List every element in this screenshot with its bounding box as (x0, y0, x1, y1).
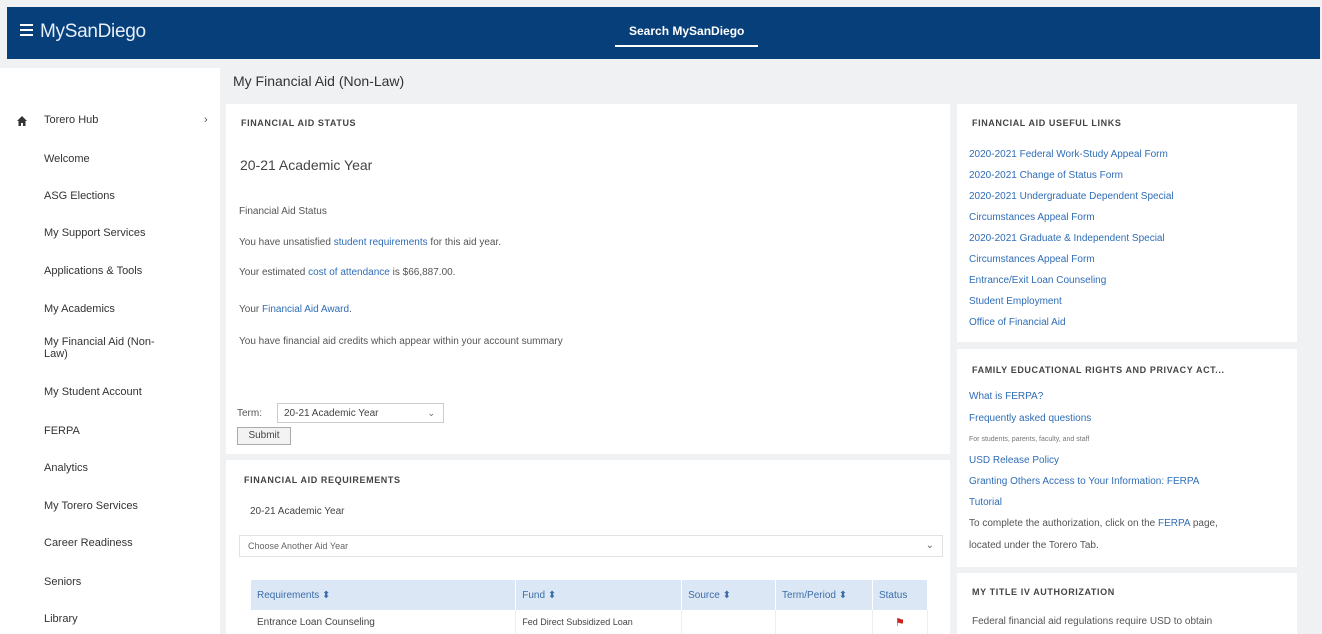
chevron-right-icon[interactable]: › (204, 114, 208, 126)
release-policy-link[interactable]: USD Release Policy (969, 455, 1059, 466)
top-nav-bar: MySanDiego Search MySanDiego (7, 7, 1320, 59)
column-fund[interactable]: Fund ⬍ (515, 580, 683, 610)
sidebar-item-seniors[interactable]: Seniors (44, 576, 81, 589)
sidebar-item-my-academics[interactable]: My Academics (44, 303, 115, 316)
loan-counseling-link[interactable]: Entrance/Exit Loan Counseling (969, 275, 1106, 286)
table-row: Entrance Loan Counseling Fed Direct Subs… (251, 610, 929, 634)
award-line: Your Financial Aid Award. (239, 304, 352, 315)
page-title: My Financial Aid (Non-Law) (233, 73, 405, 89)
sidebar-item-asg-elections[interactable]: ASG Elections (44, 190, 115, 203)
financial-aid-status-card: FINANCIAL AID STATUS 20-21 Academic Year… (226, 104, 950, 454)
search-mysandiego-link[interactable]: Search MySanDiego (615, 24, 759, 47)
brand-logo[interactable]: MySanDiego (40, 21, 146, 43)
located-text: located under the Torero Tab. (969, 540, 1099, 551)
complete-prefix: To complete the authorization, click on … (969, 518, 1158, 529)
sidebar-item-analytics[interactable]: Analytics (44, 462, 88, 475)
choose-aid-year-placeholder: Choose Another Aid Year (248, 541, 349, 551)
credits-text: You have financial aid credits which app… (239, 336, 563, 347)
column-status: Status (872, 580, 929, 610)
useful-links-heading: FINANCIAL AID USEFUL LINKS (972, 118, 1122, 128)
ferpa-page-link[interactable]: FERPA (1158, 518, 1190, 529)
coa-suffix: is $66,887.00. (389, 267, 456, 278)
coa-line: Your estimated cost of attendance is $66… (239, 267, 455, 278)
term-cell (775, 610, 873, 634)
sidebar-item-library[interactable]: Library (44, 613, 78, 626)
home-icon (17, 116, 27, 126)
submit-button[interactable]: Submit (237, 427, 291, 445)
req-suffix: for this aid year. (427, 237, 502, 248)
sidebar-item-torero-hub[interactable]: Torero Hub (44, 114, 98, 127)
requirements-card-heading: FINANCIAL AID REQUIREMENTS (244, 475, 401, 485)
column-requirements[interactable]: Requirements ⬍ (251, 580, 517, 610)
chevron-down-icon: ⌄ (925, 540, 934, 551)
title-iv-heading: MY TITLE IV AUTHORIZATION (972, 587, 1115, 597)
complete-suffix: page, (1190, 518, 1218, 529)
requirements-table: Requirements ⬍ Fund ⬍ Source ⬍ Term/Peri… (251, 580, 929, 634)
sidebar-item-student-account[interactable]: My Student Account (44, 386, 142, 399)
award-prefix: Your (239, 304, 262, 315)
column-term-period[interactable]: Term/Period ⬍ (775, 580, 873, 610)
sidebar-item-support-services[interactable]: My Support Services (44, 227, 145, 240)
graduate-independent-link-line2[interactable]: Circumstances Appeal Form (969, 254, 1095, 265)
sidebar-item-career-readiness[interactable]: Career Readiness (44, 537, 133, 550)
table-header-row: Requirements ⬍ Fund ⬍ Source ⬍ Term/Peri… (251, 580, 929, 610)
flag-icon: ⚑ (895, 616, 905, 629)
complete-authorization-text: To complete the authorization, click on … (969, 518, 1218, 529)
sidebar-item-ferpa[interactable]: FERPA (44, 425, 80, 438)
sidebar-item-applications-tools[interactable]: Applications & Tools (44, 265, 142, 278)
granting-access-link[interactable]: Granting Others Access to Your Informati… (969, 476, 1199, 487)
requirements-line: You have unsatisfied student requirement… (239, 237, 501, 248)
faq-link[interactable]: Frequently asked questions (969, 413, 1091, 424)
sidebar-item-welcome[interactable]: Welcome (44, 153, 90, 166)
requirement-link[interactable]: Entrance Loan Counseling (251, 610, 517, 634)
office-financial-aid-link[interactable]: Office of Financial Aid (969, 317, 1066, 328)
chevron-down-icon: ⌄ (427, 408, 435, 418)
undergrad-dependent-link[interactable]: 2020-2021 Undergraduate Dependent Specia… (969, 191, 1174, 202)
cost-of-attendance-link[interactable]: cost of attendance (308, 267, 390, 278)
source-cell (681, 610, 777, 634)
sidebar-item-torero-services[interactable]: My Torero Services (44, 500, 138, 513)
faq-note: For students, parents, faculty, and staf… (969, 436, 1090, 443)
term-label: Term: (237, 408, 262, 419)
financial-aid-award-link[interactable]: Financial Aid Award (262, 304, 349, 315)
requirements-year: 20-21 Academic Year (250, 506, 345, 517)
award-suffix: . (349, 304, 352, 315)
status-cell: ⚑ (872, 610, 929, 634)
req-prefix: You have unsatisfied (239, 237, 334, 248)
menu-icon[interactable] (20, 24, 33, 36)
sidebar-item-financial-aid-line2[interactable]: Law) (44, 348, 68, 361)
column-source[interactable]: Source ⬍ (681, 580, 777, 610)
work-study-appeal-link[interactable]: 2020-2021 Federal Work-Study Appeal Form (969, 149, 1168, 160)
graduate-independent-link[interactable]: 2020-2021 Graduate & Independent Special (969, 233, 1165, 244)
undergrad-dependent-link-line2[interactable]: Circumstances Appeal Form (969, 212, 1095, 223)
financial-aid-status-link[interactable]: Financial Aid Status (239, 206, 327, 217)
student-employment-link[interactable]: Student Employment (969, 296, 1062, 307)
student-requirements-link[interactable]: student requirements (334, 237, 428, 248)
status-year: 20-21 Academic Year (240, 157, 373, 173)
ferpa-heading: FAMILY EDUCATIONAL RIGHTS AND PRIVACY AC… (972, 365, 1225, 375)
term-select[interactable]: 20-21 Academic Year ⌄ (277, 403, 444, 423)
what-is-ferpa-link[interactable]: What is FERPA? (969, 391, 1043, 402)
choose-aid-year-select[interactable]: Choose Another Aid Year ⌄ (239, 535, 943, 557)
status-card-heading: FINANCIAL AID STATUS (241, 118, 357, 128)
sidebar: Torero Hub › Welcome ASG Elections My Su… (0, 68, 220, 634)
granting-access-tutorial-link[interactable]: Tutorial (969, 497, 1002, 508)
title-iv-text: Federal financial aid regulations requir… (972, 616, 1213, 627)
term-select-value: 20-21 Academic Year (284, 408, 379, 419)
title-iv-card: MY TITLE IV AUTHORIZATION Federal financ… (957, 573, 1297, 634)
change-of-status-link[interactable]: 2020-2021 Change of Status Form (969, 170, 1123, 181)
coa-prefix: Your estimated (239, 267, 309, 278)
fund-cell: Fed Direct Subsidized Loan (515, 610, 683, 634)
